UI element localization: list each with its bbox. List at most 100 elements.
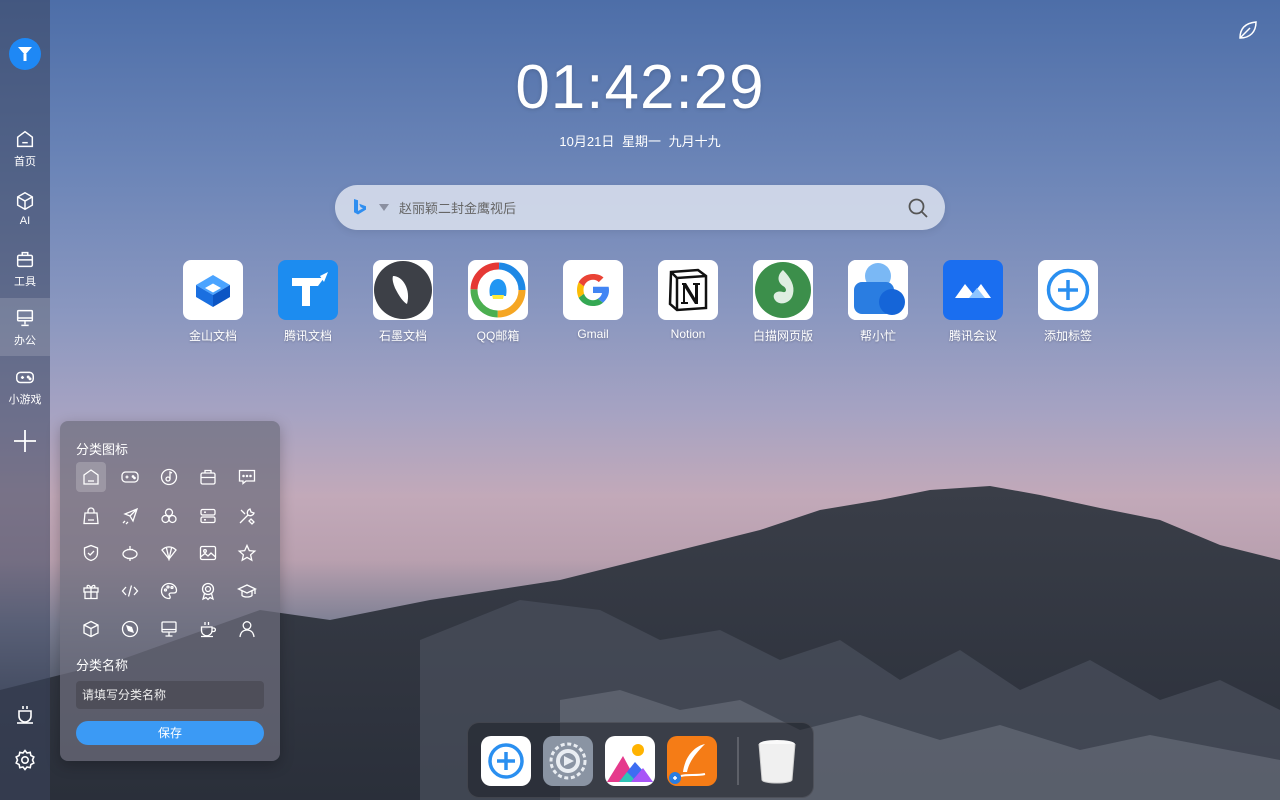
option-image-icon[interactable] — [193, 538, 223, 568]
category-name-title: 分类名称 — [76, 658, 129, 673]
gift-icon — [83, 584, 99, 600]
toolbox-icon — [16, 251, 34, 267]
category-name-input[interactable] — [76, 681, 264, 709]
app-shortcut-gmail[interactable]: Gmail — [553, 260, 633, 350]
app-shortcut-add[interactable]: 添加标签 — [1028, 260, 1108, 350]
baimiao-icon — [753, 260, 813, 320]
home-icon — [83, 469, 99, 485]
option-user-icon[interactable] — [232, 614, 262, 644]
option-award-icon[interactable] — [193, 576, 223, 606]
option-home-icon[interactable] — [76, 462, 106, 492]
option-gamepad-icon[interactable] — [115, 462, 145, 492]
option-monitor-icon[interactable] — [154, 614, 184, 644]
option-server-icon[interactable] — [193, 501, 223, 531]
sidebar-item-label: AI — [19, 214, 31, 227]
app-shortcut-tencent-docs[interactable]: 腾讯文档 — [268, 260, 348, 350]
toolbox-icon — [200, 469, 216, 485]
sidebar-item-label: 小游戏 — [8, 393, 42, 406]
gallery-icon[interactable] — [605, 736, 655, 786]
app-shortcut-kingsoft-docs[interactable]: 金山文档 — [173, 260, 253, 350]
dock — [467, 722, 814, 798]
sidebar-item-tools[interactable]: 工具 — [0, 240, 50, 296]
leaf-icon[interactable] — [1236, 18, 1260, 42]
dock-add-icon[interactable] — [481, 736, 531, 786]
monitor-icon — [16, 309, 34, 326]
app-logo-icon[interactable] — [9, 38, 41, 70]
option-palette-icon[interactable] — [154, 576, 184, 606]
coffee-icon — [200, 622, 216, 638]
option-lantern-icon[interactable] — [115, 538, 145, 568]
option-star-icon[interactable] — [232, 538, 262, 568]
lantern-icon — [122, 546, 138, 561]
app-label: Gmail — [577, 327, 609, 341]
category-panel: 分类图标 分类名称 请填写分类名称 保存 — [60, 421, 280, 761]
option-tools-icon[interactable] — [232, 501, 262, 531]
sidebar-item-ai[interactable]: AI — [0, 180, 50, 236]
option-fan-icon[interactable] — [154, 538, 184, 568]
option-message-icon[interactable] — [232, 462, 262, 492]
monitor-icon — [161, 621, 177, 637]
app-label: 金山文档 — [188, 329, 237, 343]
sidebar-item-office[interactable]: 办公 — [0, 298, 50, 356]
dock-separator — [737, 737, 739, 785]
add-category-icon[interactable] — [12, 428, 38, 454]
clock-time: 01:42:29 — [515, 53, 765, 122]
shopping-bag-icon — [83, 507, 99, 525]
app-shortcut-tencent-meeting[interactable]: 腾讯会议 — [933, 260, 1013, 350]
option-music-disc-icon[interactable] — [154, 462, 184, 492]
app-label: 帮小忙 — [859, 329, 896, 343]
app-label: Notion — [670, 327, 706, 341]
shimo-docs-icon — [373, 260, 433, 320]
tencent-docs-icon — [278, 260, 338, 320]
option-shopping-bag-icon[interactable] — [76, 501, 106, 531]
app-label: QQ邮箱 — [476, 329, 520, 343]
option-graduation-cap-icon[interactable] — [232, 576, 262, 606]
sidebar-item-home[interactable]: 首页 — [0, 120, 50, 176]
option-plane-icon[interactable] — [115, 501, 145, 531]
option-box-icon[interactable] — [76, 614, 106, 644]
settings-app-icon[interactable] — [543, 736, 593, 786]
app-shortcut-shimo-docs[interactable]: 石墨文档 — [363, 260, 443, 350]
kingsoft-docs-icon — [183, 260, 243, 320]
sidebar-item-label: 首页 — [14, 155, 36, 168]
bangxiaomang-icon — [848, 260, 908, 320]
option-clover-icon[interactable] — [154, 501, 184, 531]
app-shortcut-qq-mail[interactable]: QQ邮箱 — [458, 260, 538, 350]
gear-icon[interactable] — [13, 748, 37, 772]
server-icon — [200, 508, 216, 524]
box-icon — [83, 620, 99, 638]
gamepad-icon — [121, 471, 139, 483]
notion-icon — [658, 260, 718, 320]
option-shield-icon[interactable] — [76, 538, 106, 568]
award-icon — [201, 582, 215, 601]
chevron-down-icon[interactable] — [379, 204, 389, 212]
cube-icon — [16, 191, 34, 210]
sidebar-item-games[interactable]: 小游戏 — [0, 358, 50, 414]
search-bar — [335, 185, 945, 230]
app-label: 白描网页版 — [752, 329, 813, 343]
option-gift-icon[interactable] — [76, 576, 106, 606]
option-compass-icon[interactable] — [115, 614, 145, 644]
option-coffee-icon[interactable] — [193, 614, 223, 644]
app-shortcut-bangxiaomang[interactable]: 帮小忙 — [838, 260, 918, 350]
code-icon — [121, 585, 139, 597]
fan-icon — [161, 546, 177, 561]
clock-date: 10月21日 星期一 九月十九 — [559, 134, 721, 149]
search-input[interactable] — [399, 196, 879, 220]
option-toolbox-icon[interactable] — [193, 462, 223, 492]
app-shortcut-baimiao[interactable]: 白描网页版 — [743, 260, 823, 350]
star-icon — [237, 543, 257, 562]
coffee-icon[interactable] — [13, 702, 37, 726]
sidebar-item-label: 工具 — [14, 275, 36, 288]
trash-icon[interactable] — [752, 736, 802, 786]
shield-icon — [83, 544, 99, 562]
quill-app-icon[interactable] — [667, 736, 717, 786]
app-shortcut-notion[interactable]: Notion — [648, 260, 728, 350]
search-icon[interactable] — [907, 197, 929, 219]
sidebar-item-label: 办公 — [14, 334, 36, 347]
save-button[interactable]: 保存 — [76, 721, 264, 745]
clover-icon — [161, 508, 177, 524]
app-label: 腾讯会议 — [948, 329, 997, 343]
bing-icon[interactable] — [350, 197, 370, 217]
option-code-icon[interactable] — [115, 576, 145, 606]
